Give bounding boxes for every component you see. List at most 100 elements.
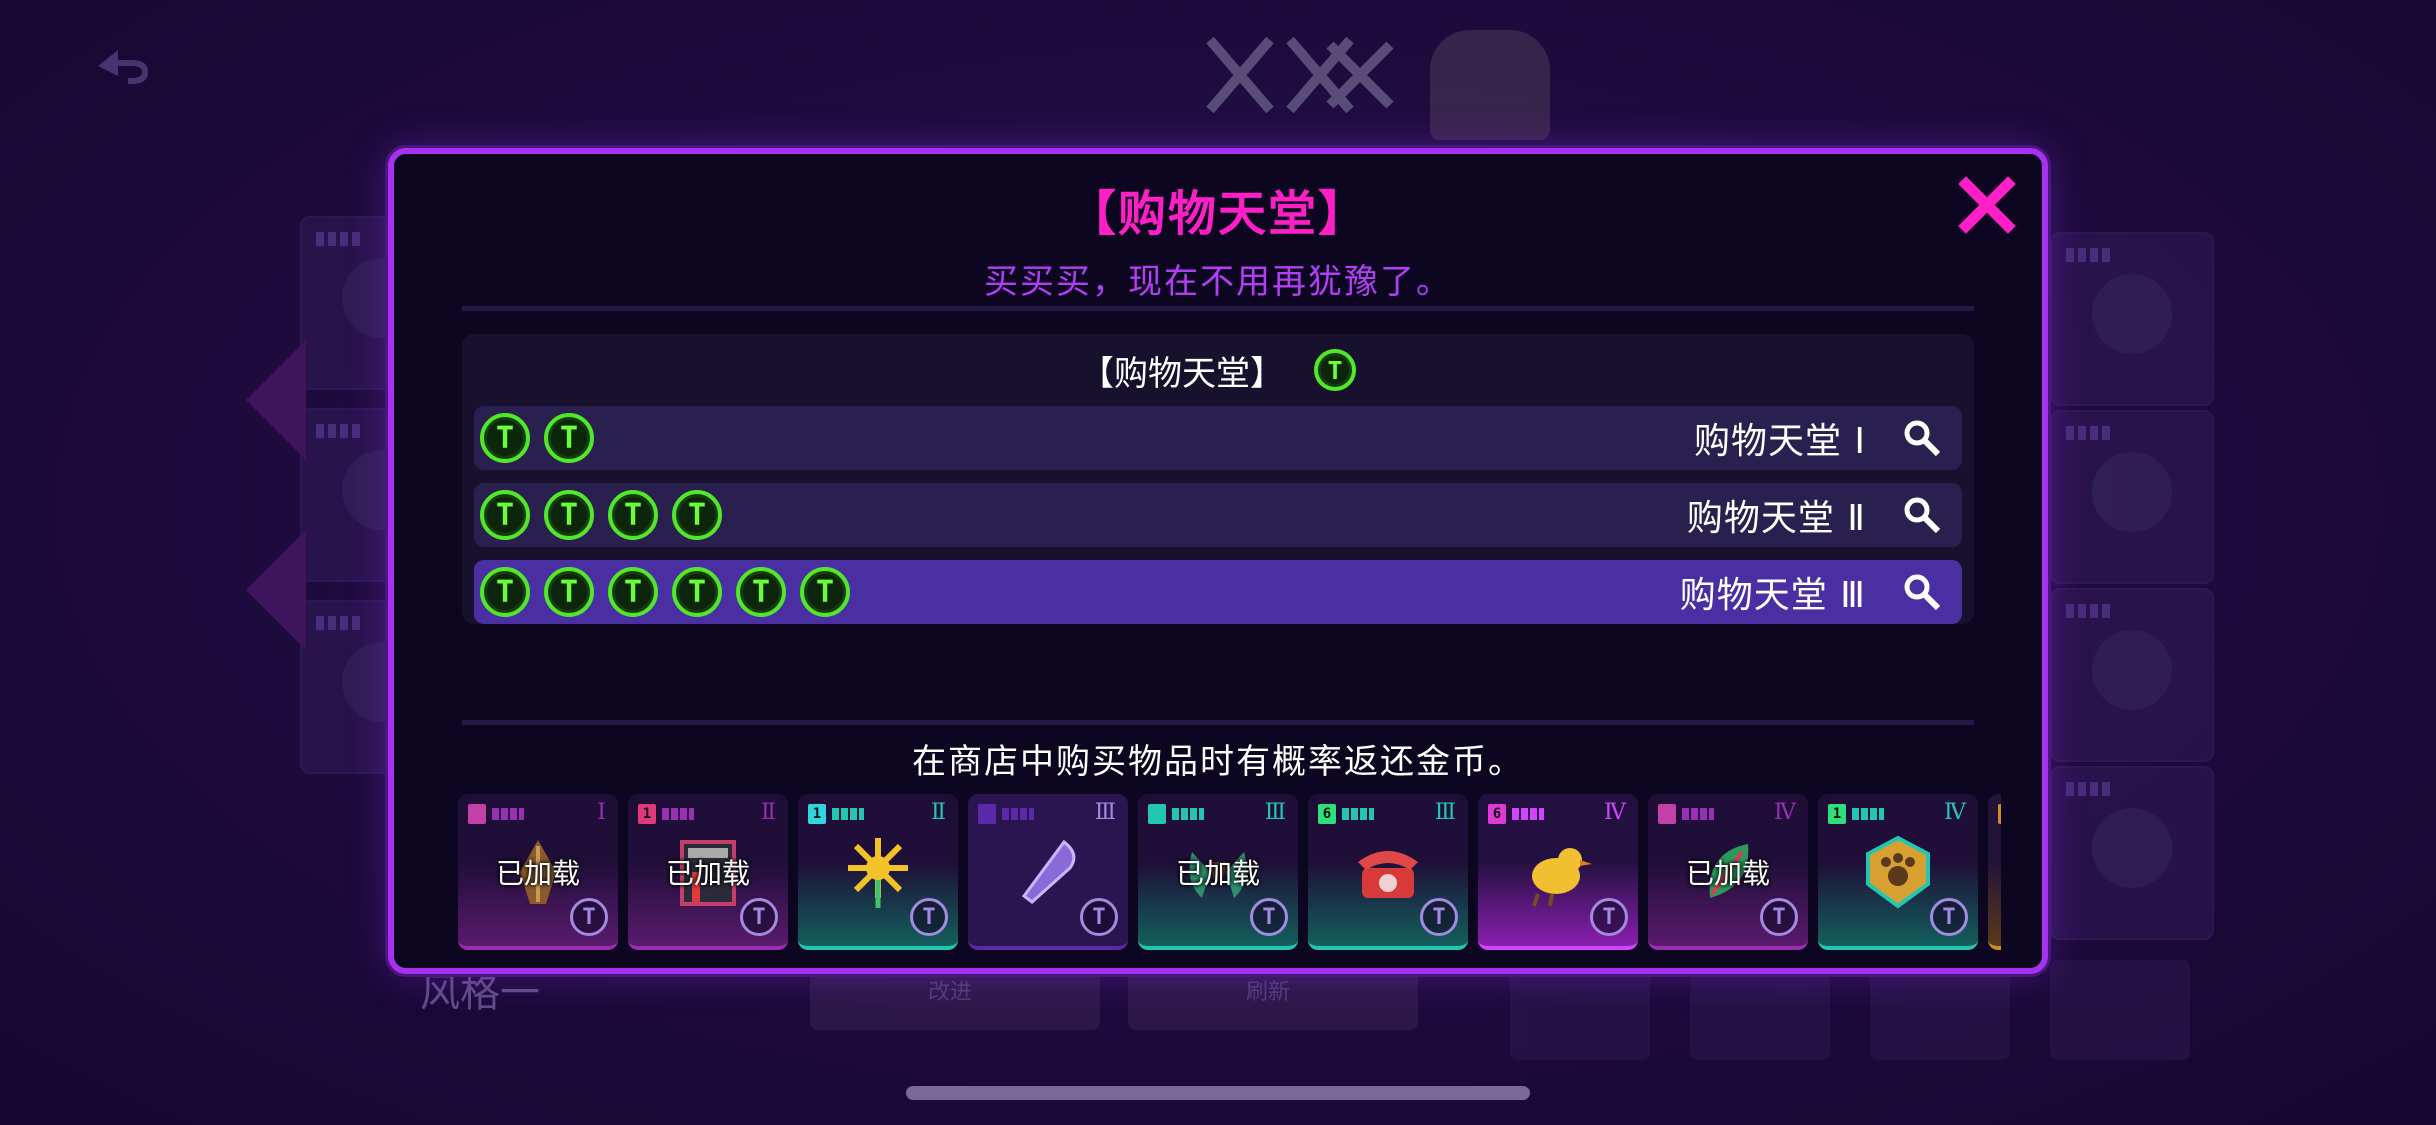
- bg-machine-tile: [1690, 960, 1830, 1060]
- tier-coins: TT: [474, 413, 594, 463]
- set-badge-icon: T: [570, 898, 608, 936]
- tier-name: 购物天堂 Ⅰ: [1693, 421, 1866, 462]
- set-header-label: 【购物天堂】: [1080, 353, 1284, 394]
- item-rank: Ⅳ: [1604, 800, 1626, 825]
- item-rank: Ⅲ: [1434, 800, 1456, 825]
- item-rank: Ⅳ: [1774, 800, 1796, 825]
- set-badge-icon: T: [910, 898, 948, 936]
- item-strip: Ⅰ 已加载 T 1 Ⅱ 已加载 T 1 Ⅱ T Ⅲ T Ⅲ 已加载 T 6 Ⅲ T 6 Ⅳ T Ⅳ 已加载 T 1 Ⅳ T: [458, 794, 2001, 950]
- coin-icon: T: [672, 567, 722, 617]
- coin-icon: T: [608, 490, 658, 540]
- set-badge-icon: T: [1590, 898, 1628, 936]
- rarity-dots: [1342, 808, 1374, 820]
- rarity-dots: [1852, 808, 1884, 820]
- bg-card: [2050, 588, 2214, 762]
- bg-bottle-tile: [2050, 960, 2190, 1060]
- telephone-icon: [1358, 851, 1418, 898]
- item-rank: Ⅱ: [761, 800, 776, 825]
- dialog-subtitle: 买买买，现在不用再犹豫了。: [984, 262, 1452, 302]
- tier-row-1[interactable]: TT 购物天堂 Ⅰ: [474, 406, 1962, 470]
- coin-icon: T: [544, 490, 594, 540]
- set-badge-icon: T: [1930, 898, 1968, 936]
- coin-icon: T: [544, 567, 594, 617]
- set-header: 【购物天堂】 T: [462, 346, 1974, 394]
- item-card[interactable]: [1988, 794, 2001, 950]
- rarity-dots: [1002, 808, 1034, 820]
- bg-left-arrow-icon: [246, 530, 306, 650]
- set-effect-description: 在商店中购买物品时有概率返还金币。: [912, 742, 1524, 782]
- paw-shield-icon: [1866, 835, 1930, 909]
- bg-card: [2050, 766, 2214, 940]
- item-card[interactable]: 1 Ⅳ T: [1818, 794, 1978, 950]
- item-card[interactable]: Ⅲ 已加载 T: [1138, 794, 1298, 950]
- bg-berry-tile: [1870, 960, 2010, 1060]
- rarity-dots: [1512, 808, 1544, 820]
- tier-tag: 6: [1318, 804, 1336, 824]
- search-icon[interactable]: [1902, 572, 1942, 612]
- bg-refresh-label: 刷新: [1246, 980, 1291, 1005]
- tier-tag: 1: [638, 804, 656, 824]
- tier-tag: 1: [808, 804, 826, 824]
- tier-tag: [468, 804, 486, 824]
- tier-tag: [1658, 804, 1676, 824]
- tier-tag: [978, 804, 996, 824]
- set-badge-icon: T: [1760, 898, 1798, 936]
- tier-row-3-selected[interactable]: TTTTTT 购物天堂 Ⅲ: [474, 560, 1962, 624]
- coin-icon: T: [672, 490, 722, 540]
- tier-row-2[interactable]: TTTT 购物天堂 Ⅱ: [474, 483, 1962, 547]
- set-badge-icon: T: [1420, 898, 1458, 936]
- bg-hat-tile: [1510, 960, 1650, 1060]
- dialog-title: 【购物天堂】: [1067, 186, 1368, 242]
- back-arrow-icon[interactable]: [88, 36, 160, 86]
- tier-name: 购物天堂 Ⅲ: [1679, 575, 1866, 616]
- item-card[interactable]: 6 Ⅳ T: [1478, 794, 1638, 950]
- item-rank: Ⅰ: [597, 800, 606, 825]
- tier-tag: 6: [1488, 804, 1506, 824]
- coin-icon: T: [480, 490, 530, 540]
- search-icon[interactable]: [1902, 418, 1942, 458]
- tier-tag: 1: [1828, 804, 1846, 824]
- set-badge-icon: T: [1080, 898, 1118, 936]
- tier-tag: [1148, 804, 1166, 824]
- equipped-label: 已加载: [665, 857, 750, 890]
- set-badge-icon: T: [740, 898, 778, 936]
- item-card[interactable]: Ⅳ 已加载 T: [1648, 794, 1808, 950]
- item-card[interactable]: 6 Ⅲ T: [1308, 794, 1468, 950]
- item-rank: Ⅱ: [931, 800, 946, 825]
- set-bonus-dialog: 【购物天堂】 买买买，现在不用再犹豫了。 【购物天堂】 T TT 购物天堂 Ⅰ …: [388, 148, 2048, 974]
- set-tier-panel: 【购物天堂】 T TT 购物天堂 Ⅰ TTTT 购物天堂 Ⅱ TTTTTT 购物…: [462, 334, 1974, 624]
- crossed-blades-emblem-icon: [1206, 36, 1394, 114]
- tier-name: 购物天堂 Ⅱ: [1686, 498, 1866, 539]
- tier-coins: TTTT: [474, 490, 722, 540]
- tier-tag: [1998, 804, 2001, 824]
- coin-icon: T: [544, 413, 594, 463]
- coin-icon: T: [480, 567, 530, 617]
- blade-icon: [1021, 839, 1076, 904]
- coin-icon: T: [608, 567, 658, 617]
- character-portrait: [1430, 30, 1550, 140]
- item-rank: Ⅲ: [1264, 800, 1286, 825]
- coin-icon: T: [736, 567, 786, 617]
- rarity-dots: [832, 808, 864, 820]
- search-icon[interactable]: [1902, 495, 1942, 535]
- home-indicator[interactable]: [906, 1086, 1530, 1100]
- item-rank: Ⅳ: [1944, 800, 1966, 825]
- item-card[interactable]: 1 Ⅱ 已加载 T: [628, 794, 788, 950]
- coin-icon: T: [480, 413, 530, 463]
- divider: [462, 720, 1974, 725]
- rarity-dots: [1682, 808, 1714, 820]
- item-rank: Ⅲ: [1094, 800, 1116, 825]
- item-card[interactable]: 1 Ⅱ T: [798, 794, 958, 950]
- equipped-label: 已加载: [1685, 857, 1770, 890]
- rarity-dots: [1172, 808, 1204, 820]
- bg-left-arrow-icon: [246, 340, 306, 460]
- sun-flower-icon: [848, 838, 908, 908]
- item-card[interactable]: Ⅰ 已加载 T: [458, 794, 618, 950]
- tier-coins: TTTTTT: [474, 567, 850, 617]
- close-icon[interactable]: [1958, 176, 2016, 234]
- set-badge-icon: T: [1250, 898, 1288, 936]
- bg-card: [2050, 232, 2214, 406]
- item-card[interactable]: ⅢT: [968, 794, 1128, 950]
- set-coin-icon: T: [1314, 349, 1356, 391]
- bird-icon: [1532, 848, 1592, 907]
